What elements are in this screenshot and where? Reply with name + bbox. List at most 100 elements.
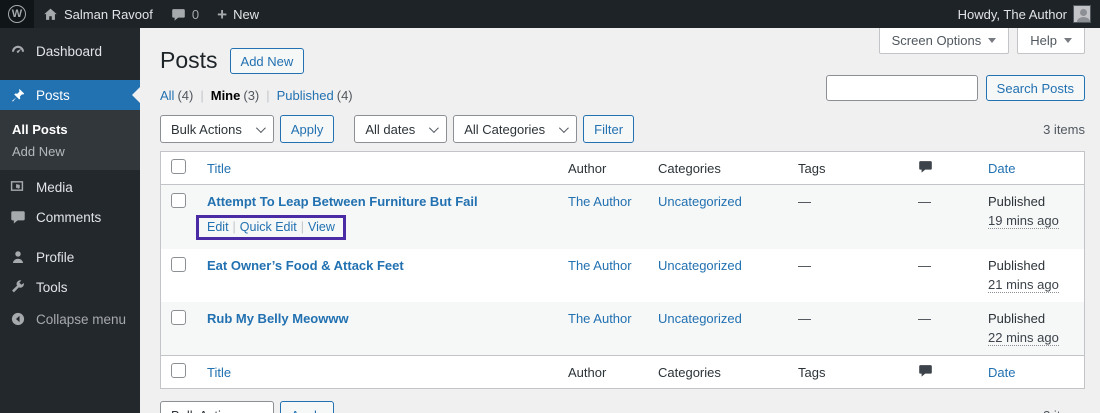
column-header-date[interactable]: Date <box>978 161 1084 176</box>
sidebar-item-media[interactable]: Media <box>0 172 140 202</box>
admin-bar-right: Howdy, The Author <box>949 0 1100 28</box>
chevron-down-icon <box>1064 38 1072 43</box>
post-date[interactable]: 22 mins ago <box>988 330 1059 346</box>
sidebar-item-dashboard[interactable]: Dashboard <box>0 36 140 66</box>
site-name-link[interactable]: Salman Ravoof <box>34 0 162 28</box>
view-published-link[interactable]: Published <box>277 88 334 103</box>
author-link[interactable]: The Author <box>568 311 632 326</box>
quick-edit-link[interactable]: Quick Edit <box>240 220 297 234</box>
sidebar-item-comments[interactable]: Comments <box>0 202 140 232</box>
tags-cell: — <box>798 311 811 326</box>
tablenav-bottom: Bulk Actions Apply 3 items <box>160 401 1085 413</box>
category-link[interactable]: Uncategorized <box>658 311 742 326</box>
search-posts-button[interactable]: Search Posts <box>985 75 1085 101</box>
column-footer-tags: Tags <box>798 364 826 380</box>
edit-link[interactable]: Edit <box>207 220 229 234</box>
admin-bar-left: W Salman Ravoof 0 + New <box>0 0 268 28</box>
row-actions-highlight-box: Edit | Quick Edit | View <box>196 215 346 240</box>
view-all[interactable]: All (4) <box>160 88 193 103</box>
column-footer-date[interactable]: Date <box>978 365 1084 380</box>
dashboard-icon <box>12 45 24 53</box>
post-date[interactable]: 21 mins ago <box>988 277 1059 293</box>
view-mine-label[interactable]: Mine <box>211 88 241 103</box>
category-link[interactable]: Uncategorized <box>658 258 742 273</box>
select-all-checkbox[interactable] <box>171 363 186 378</box>
column-footer-title[interactable]: Title <box>197 365 558 380</box>
search-input[interactable] <box>825 75 978 101</box>
items-count-bottom: 3 items <box>1043 408 1085 413</box>
post-date[interactable]: 19 mins ago <box>988 213 1059 229</box>
column-header-tags: Tags <box>798 160 826 176</box>
screen-options-button[interactable]: Screen Options <box>878 28 1010 54</box>
all-categories-select[interactable]: All Categories <box>453 115 578 143</box>
date-cell: Published 22 mins ago <box>978 302 1084 355</box>
home-icon <box>44 8 57 20</box>
comments-cell: — <box>918 311 931 326</box>
post-status: Published <box>988 311 1046 326</box>
column-header-author: Author <box>568 160 607 176</box>
sidebar-item-profile[interactable]: Profile <box>0 242 140 272</box>
filter-button[interactable]: Filter <box>583 115 635 143</box>
table-header-row: Title Author Categories Tags Date <box>161 152 1084 185</box>
tags-cell: — <box>798 194 811 209</box>
post-status: Published <box>988 258 1046 273</box>
add-new-button[interactable]: Add New <box>229 48 305 74</box>
all-categories-value: All Categories <box>464 121 546 137</box>
select-all-checkbox[interactable] <box>171 159 186 174</box>
column-footer-categories: Categories <box>658 364 721 380</box>
adminbar-comments[interactable]: 0 <box>162 0 208 28</box>
author-link[interactable]: The Author <box>568 194 632 209</box>
new-label: New <box>233 6 260 22</box>
main-content: Screen Options Help Posts Add New All (4)… <box>140 28 1100 413</box>
author-cell: The Author <box>558 249 648 282</box>
bulk-actions-value: Bulk Actions <box>171 121 242 137</box>
column-header-title[interactable]: Title <box>197 161 558 176</box>
bulk-actions-select-bottom[interactable]: Bulk Actions <box>160 401 274 413</box>
bulk-actions-select[interactable]: Bulk Actions <box>160 115 274 143</box>
view-all-link[interactable]: All <box>160 88 174 103</box>
search-box: Search Posts <box>825 75 1085 101</box>
howdy-account-menu[interactable]: Howdy, The Author <box>949 0 1100 28</box>
category-link[interactable]: Uncategorized <box>658 194 742 209</box>
help-button[interactable]: Help <box>1017 28 1085 54</box>
sidebar-item-collapse-menu[interactable]: Collapse menu <box>0 304 140 334</box>
post-title-link[interactable]: Rub My Belly Meowww <box>207 311 349 326</box>
sidebar-label-tools: Tools <box>36 279 68 295</box>
sidebar-item-tools[interactable]: Tools <box>0 272 140 302</box>
view-published[interactable]: Published (4) <box>277 88 353 103</box>
chevron-down-icon <box>255 408 266 413</box>
view-link[interactable]: View <box>308 220 335 234</box>
row-checkbox-cell <box>161 185 197 211</box>
apply-button-bottom[interactable]: Apply <box>279 401 335 413</box>
wordpress-logo-menu[interactable]: W <box>0 0 34 28</box>
media-icon <box>10 181 24 191</box>
post-title-cell: Attempt To Leap Between Furniture But Fa… <box>196 185 558 249</box>
action-separator: | <box>232 220 236 234</box>
row-checkbox-cell <box>161 302 197 328</box>
row-checkbox[interactable] <box>171 310 186 325</box>
post-title-link[interactable]: Attempt To Leap Between Furniture But Fa… <box>207 194 478 209</box>
comment-bubble-icon <box>919 365 932 377</box>
post-title-link[interactable]: Eat Owner’s Food & Attack Feet <box>207 258 404 273</box>
posts-submenu: All Posts Add New <box>0 110 140 170</box>
posts-table: Title Author Categories Tags Date Attemp… <box>160 151 1085 389</box>
adminbar-new-button[interactable]: + New <box>208 0 268 28</box>
plus-icon: + <box>217 4 228 24</box>
chevron-down-icon <box>255 122 266 133</box>
table-row: Rub My Belly Meowww The Author Uncategor… <box>161 302 1084 355</box>
header-checkbox-cell <box>161 159 197 177</box>
view-mine[interactable]: Mine (3) <box>211 88 260 103</box>
sidebar-subitem-all-posts[interactable]: All Posts <box>0 118 140 140</box>
sidebar-label-media: Media <box>36 179 73 195</box>
row-checkbox[interactable] <box>171 257 186 272</box>
apply-button[interactable]: Apply <box>279 115 335 143</box>
author-cell: The Author <box>558 302 648 335</box>
author-link[interactable]: The Author <box>568 258 632 273</box>
comment-count: 0 <box>191 6 200 22</box>
comments-icon <box>11 211 25 224</box>
all-dates-value: All dates <box>365 121 416 137</box>
all-dates-select[interactable]: All dates <box>354 115 448 143</box>
sidebar-item-posts[interactable]: Posts <box>0 80 140 110</box>
sidebar-subitem-add-new[interactable]: Add New <box>0 140 140 162</box>
row-checkbox[interactable] <box>171 193 186 208</box>
